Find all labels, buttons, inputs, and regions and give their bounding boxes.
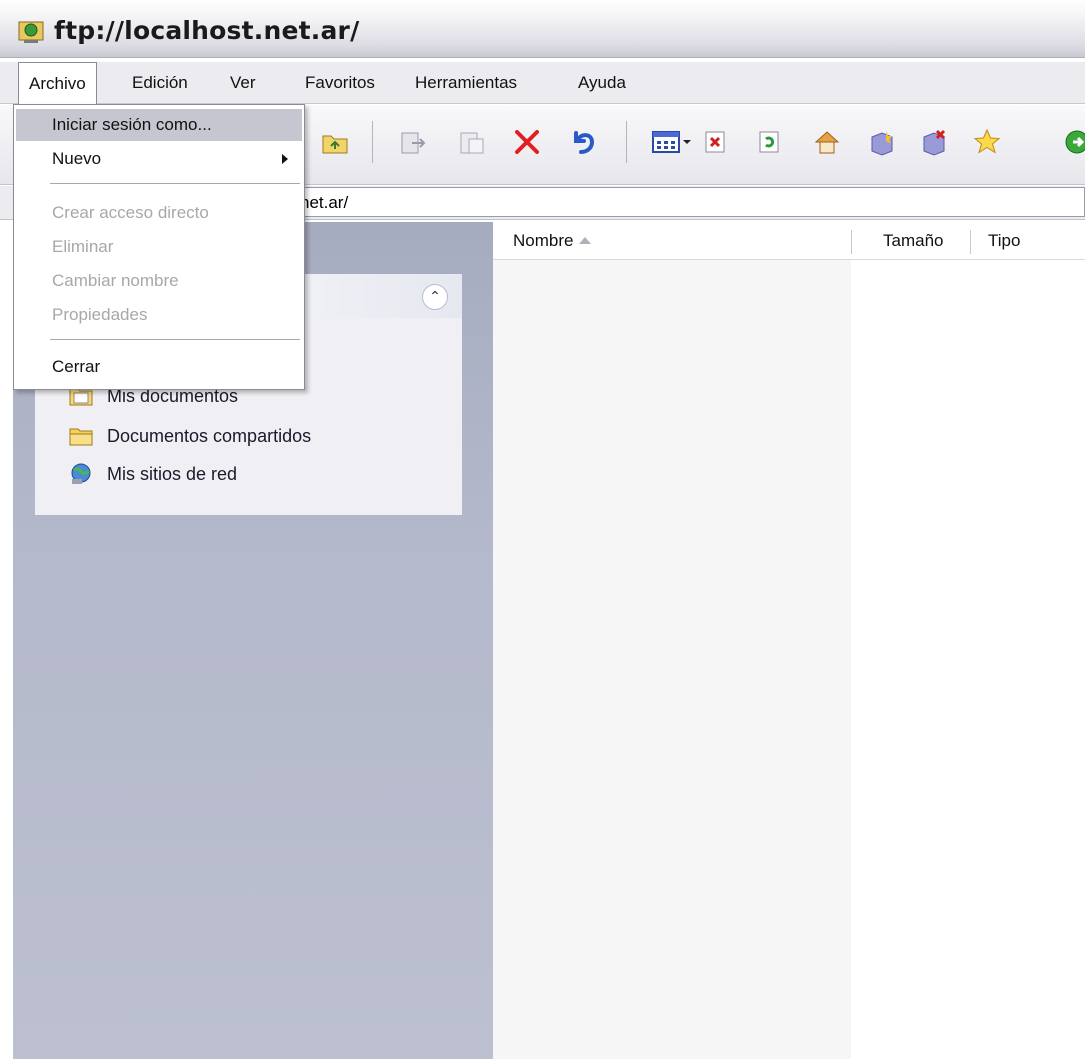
menu-item-label: Nuevo xyxy=(52,149,102,168)
views-icon[interactable] xyxy=(650,127,694,157)
menu-favoritos[interactable]: Favoritos xyxy=(295,62,385,104)
folder-up-icon[interactable] xyxy=(320,127,350,157)
move-to-icon[interactable] xyxy=(398,127,428,157)
menu-herramientas[interactable]: Herramientas xyxy=(405,62,527,104)
menu-edicion[interactable]: Edición xyxy=(122,62,198,104)
menu-ayuda[interactable]: Ayuda xyxy=(568,62,636,104)
address-input[interactable]: net.ar/ xyxy=(295,187,1085,217)
favorites-remove-icon[interactable] xyxy=(918,127,948,157)
stop-icon[interactable] xyxy=(700,127,730,157)
toolbar-separator xyxy=(626,121,627,163)
undo-icon[interactable] xyxy=(568,127,598,157)
column-header-tipo[interactable]: Tipo xyxy=(988,222,1020,260)
archivo-menu: Iniciar sesión como... Nuevo Crear acces… xyxy=(13,104,305,390)
menu-item-cerrar[interactable]: Cerrar xyxy=(16,351,302,383)
menu-item-iniciar-sesion[interactable]: Iniciar sesión como... xyxy=(16,109,302,141)
favorites-icon[interactable] xyxy=(972,127,1002,157)
column-label: Tamaño xyxy=(883,231,944,250)
menu-archivo[interactable]: Archivo xyxy=(18,62,97,105)
column-header-tamano[interactable]: Tamaño xyxy=(883,222,943,260)
column-header-nombre[interactable]: Nombre xyxy=(513,222,573,260)
column-separator[interactable] xyxy=(970,230,971,254)
network-places-icon xyxy=(71,463,91,484)
home-icon[interactable] xyxy=(812,127,842,157)
file-list[interactable]: Nombre Tamaño Tipo xyxy=(493,222,1085,1059)
address-value: net.ar/ xyxy=(300,193,349,212)
menu-item-eliminar: Eliminar xyxy=(52,237,114,256)
menu-item-crear-acceso-directo: Crear acceso directo xyxy=(52,203,209,222)
submenu-arrow-icon xyxy=(282,154,288,164)
menu-item-nuevo[interactable]: Nuevo xyxy=(16,143,302,175)
toolbar-separator xyxy=(372,121,373,163)
menu-bar: Archivo Edición Ver Favoritos Herramient… xyxy=(0,62,1085,105)
column-label: Nombre xyxy=(513,231,574,250)
column-label: Tipo xyxy=(988,231,1021,250)
link-label: Documentos compartidos xyxy=(107,426,312,446)
menu-separator xyxy=(50,183,300,184)
ftp-folder-icon xyxy=(18,21,44,43)
column-headers: Nombre Tamaño Tipo xyxy=(493,222,1085,260)
delete-icon[interactable] xyxy=(512,127,542,157)
sort-ascending-icon xyxy=(579,237,591,244)
window-title: ftp://localhost.net.ar/ xyxy=(54,16,360,45)
menu-separator xyxy=(50,339,300,340)
copy-to-icon[interactable] xyxy=(457,127,487,157)
menu-item-cambiar-nombre: Cambiar nombre xyxy=(52,271,179,290)
column-separator[interactable] xyxy=(851,230,852,254)
shared-folder-icon xyxy=(69,428,93,446)
favorites-add-icon[interactable] xyxy=(866,127,896,157)
link-label: Mis sitios de red xyxy=(107,464,238,484)
title-bar: ftp://localhost.net.ar/ xyxy=(0,0,1085,58)
menu-item-propiedades: Propiedades xyxy=(52,305,148,324)
collapse-chevron-icon[interactable]: ⌃ xyxy=(422,284,448,310)
menu-ver[interactable]: Ver xyxy=(220,62,266,104)
refresh-icon[interactable] xyxy=(754,127,784,157)
sorted-column-background xyxy=(493,260,851,1059)
go-icon[interactable] xyxy=(1062,127,1085,157)
